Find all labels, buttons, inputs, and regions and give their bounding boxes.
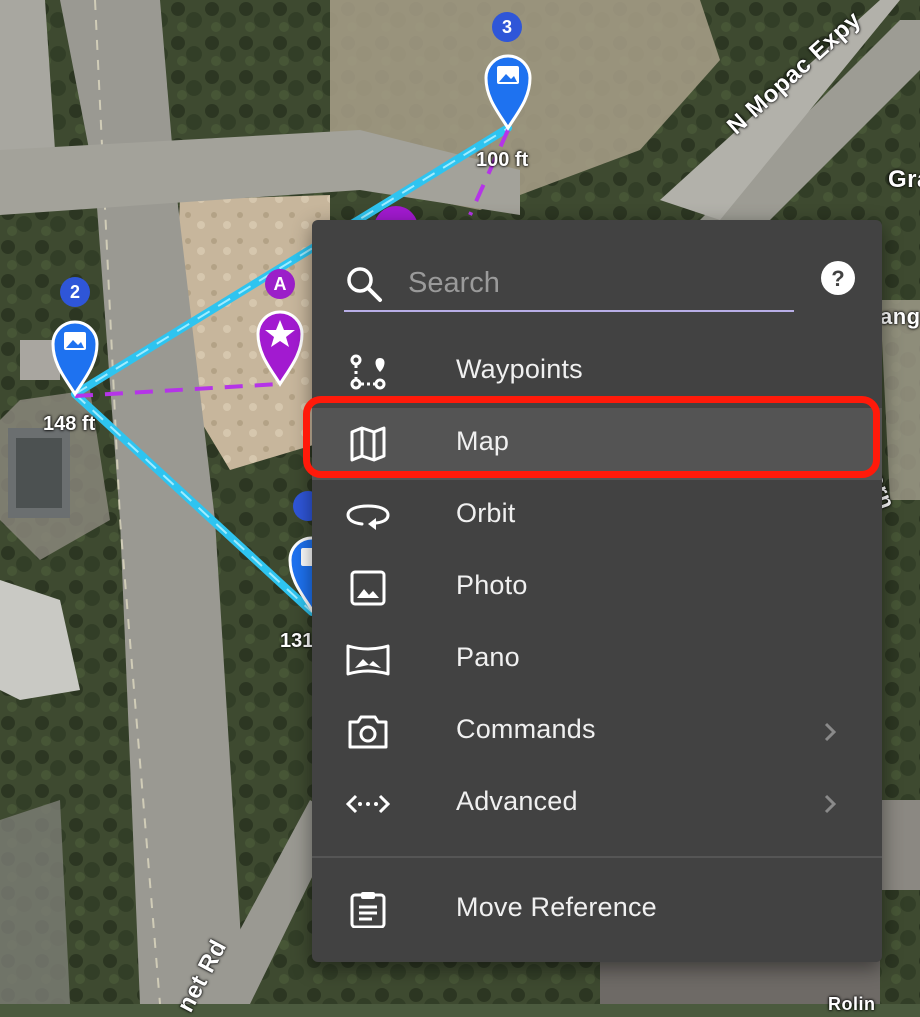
- photo-icon: [350, 570, 386, 606]
- map-icon: [350, 426, 386, 462]
- search-bar[interactable]: [344, 256, 794, 312]
- menu-item-advanced[interactable]: Advanced: [312, 768, 882, 840]
- search-icon: [347, 267, 382, 302]
- menu-item-pano[interactable]: Pano: [312, 624, 882, 696]
- menu-item-photo[interactable]: Photo: [312, 552, 882, 624]
- chevron-right-icon: [824, 794, 837, 814]
- menu-item-commands[interactable]: Commands: [312, 696, 882, 768]
- orbit-icon: [346, 504, 390, 530]
- menu-item-label: Orbit: [456, 498, 516, 528]
- search-underline: [344, 310, 794, 312]
- distance-label: 148 ft: [43, 413, 96, 435]
- advanced-icon: [346, 794, 390, 814]
- distance-label: 100 ft: [476, 149, 529, 171]
- menu-item-waypoints[interactable]: Waypoints: [312, 336, 882, 408]
- menu-item-label: Advanced: [456, 786, 578, 816]
- clipboard-icon: [350, 892, 386, 928]
- waypoints-icon: [350, 354, 386, 390]
- map-label-partial: Gra: [888, 166, 920, 193]
- camera-icon: [348, 715, 388, 749]
- map-label-partial: Rolin: [828, 994, 876, 1014]
- menu-item-label: Photo: [456, 570, 528, 600]
- waypoint-badge-3[interactable]: 3: [492, 12, 522, 42]
- menu-item-label: Move Reference: [456, 892, 657, 922]
- pano-icon: [346, 644, 390, 676]
- map-label-partial: ang: [880, 304, 920, 329]
- menu-divider: [312, 856, 882, 858]
- menu-item-label: Map: [456, 426, 510, 456]
- menu-item-map[interactable]: Map: [312, 408, 882, 480]
- distance-label: 131: [280, 630, 314, 652]
- menu-item-orbit[interactable]: Orbit: [312, 480, 882, 552]
- search-input[interactable]: [406, 262, 790, 304]
- menu-item-move-reference[interactable]: Move Reference: [312, 874, 882, 946]
- menu-item-label: Pano: [456, 642, 520, 672]
- svg-text:?: ?: [831, 266, 844, 291]
- poi-badge-a[interactable]: A: [265, 269, 295, 299]
- chevron-right-icon: [824, 722, 837, 742]
- menu-item-label: Commands: [456, 714, 596, 744]
- waypoint-badge-2[interactable]: 2: [60, 277, 90, 307]
- context-menu: ? Waypoints Map Orbit: [312, 220, 882, 962]
- help-circle-icon[interactable]: ?: [820, 260, 856, 296]
- menu-item-label: Waypoints: [456, 354, 583, 384]
